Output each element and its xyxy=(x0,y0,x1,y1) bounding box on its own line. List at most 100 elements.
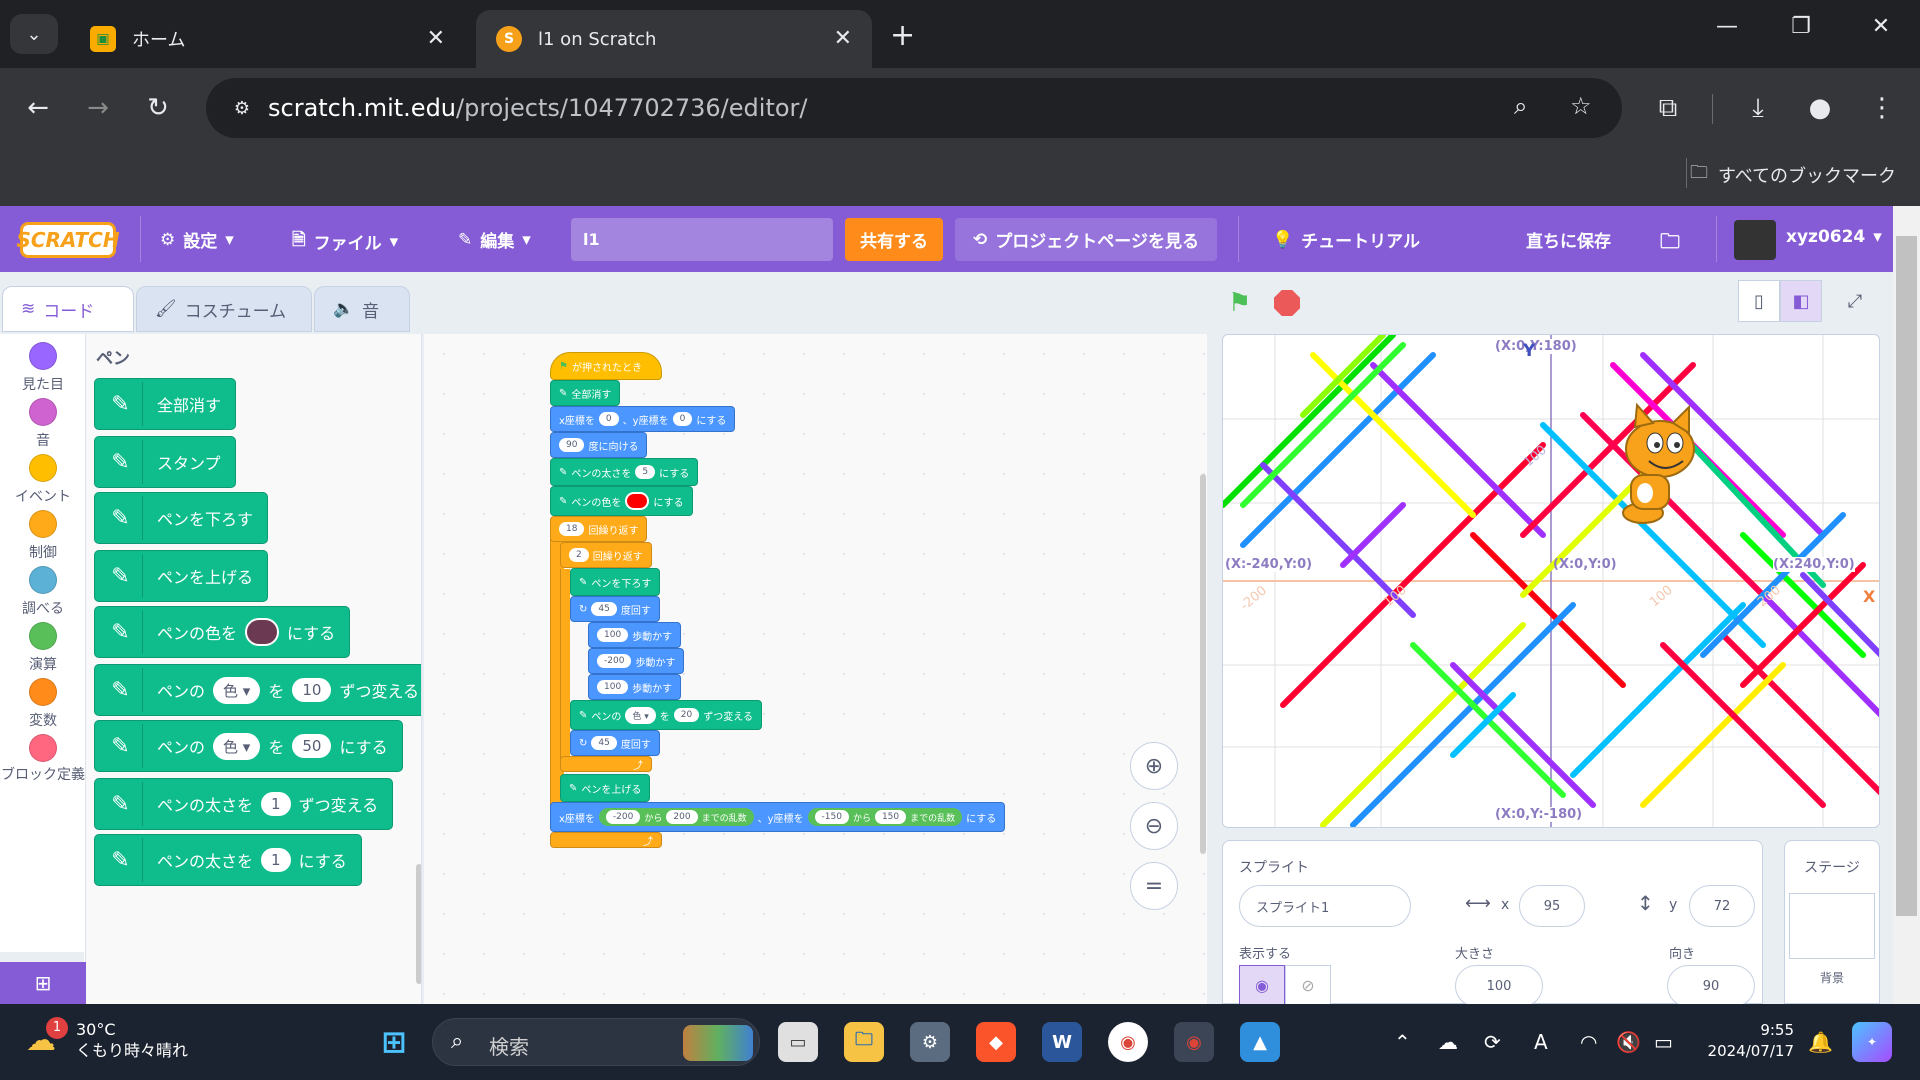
category-control[interactable]: 制御 xyxy=(0,510,86,562)
clock[interactable]: 9:55 2024/07/17 xyxy=(1702,1020,1794,1062)
zoom-icon[interactable]: ⌕ xyxy=(1514,92,1527,120)
erase-all-block[interactable]: ✎ 全部消す xyxy=(550,380,621,406)
move-steps-block[interactable]: 100 歩動かす xyxy=(588,674,682,700)
see-project-page-button[interactable]: ⟲ プロジェクトページを見る xyxy=(955,218,1217,261)
site-info-icon[interactable]: ⚙ xyxy=(226,92,258,124)
onedrive-icon[interactable]: ☁ xyxy=(1438,1030,1458,1054)
ime-icon[interactable]: A xyxy=(1534,1030,1548,1054)
category-operators[interactable]: 演算 xyxy=(0,622,86,674)
green-flag-button[interactable]: ⚑ xyxy=(1228,288,1251,318)
url-text[interactable]: scratch.mit.edu/projects/1047702736/edit… xyxy=(268,94,807,122)
color-picker[interactable] xyxy=(245,618,280,646)
degrees-input[interactable]: 45 xyxy=(591,736,617,750)
bookmark-star-icon[interactable]: ☆ xyxy=(1570,92,1592,120)
chrome-profile-icon[interactable]: ◉ xyxy=(1174,1022,1214,1062)
block-set-pen-size[interactable]: ✎ ペンの太さを 1 にする xyxy=(94,834,362,886)
battery-icon[interactable]: ▭ xyxy=(1654,1030,1673,1054)
category-variables[interactable]: 変数 xyxy=(0,678,86,730)
show-hidden-icons[interactable]: ⌃ xyxy=(1394,1030,1411,1054)
category-sensing[interactable]: 調べる xyxy=(0,566,86,618)
small-stage-button[interactable]: ▯ xyxy=(1738,280,1780,322)
value-input[interactable]: 50 xyxy=(292,734,332,758)
tutorials-button[interactable]: 💡 チュートリアル xyxy=(1272,227,1420,253)
new-tab-button[interactable]: + xyxy=(890,18,915,53)
brave-browser-icon[interactable]: ◆ xyxy=(976,1022,1016,1062)
minimize-button[interactable]: — xyxy=(1702,14,1752,39)
param-dropdown[interactable]: 色 ▾ xyxy=(625,706,656,724)
block-set-pen-color[interactable]: ✎ ペンの色を にする xyxy=(94,606,351,658)
size-input[interactable]: 100 xyxy=(1455,965,1543,1007)
copilot-icon[interactable]: ✦ xyxy=(1852,1022,1892,1062)
task-view-icon[interactable]: ▭ xyxy=(778,1022,818,1062)
category-my-blocks[interactable]: ブロック定義 xyxy=(0,734,86,784)
goto-random-xy-block[interactable]: x座標を -200 から 200 までの乱数 、y座標を -150 から 150 までの乱数 にする xyxy=(550,802,1006,832)
all-bookmarks-button[interactable]: 🗀 すべてのブックマーク xyxy=(1690,160,1896,190)
fullscreen-button[interactable]: ⤢ xyxy=(1834,280,1876,322)
restore-button[interactable]: ❐ xyxy=(1776,14,1826,39)
move-steps-block[interactable]: 100 歩動かす xyxy=(588,622,682,648)
tab-costumes[interactable]: 🖌 コスチューム xyxy=(136,286,312,332)
x-input[interactable]: 95 xyxy=(1519,885,1585,927)
avatar[interactable] xyxy=(1734,220,1776,260)
pen-up-block[interactable]: ✎ ペンを上げる xyxy=(560,774,651,802)
close-window-button[interactable]: ✕ xyxy=(1856,14,1906,39)
category-sound[interactable]: 音 xyxy=(0,398,86,450)
reload-button[interactable]: ↻ xyxy=(136,86,180,130)
windows-start-icon[interactable]: ⊞ xyxy=(374,1022,414,1062)
large-stage-button[interactable]: ◧ xyxy=(1780,280,1822,322)
profile-icon[interactable]: ● xyxy=(1798,86,1842,130)
project-title-input[interactable]: l1 xyxy=(571,218,833,261)
download-icon[interactable]: ⤓ xyxy=(1736,86,1780,130)
steps-input[interactable]: 100 xyxy=(597,680,629,694)
scratch-logo[interactable]: SCRATCH xyxy=(16,222,120,258)
set-pen-size-block[interactable]: ✎ ペンの太さを 5 にする xyxy=(550,458,699,486)
value-input[interactable]: 10 xyxy=(292,678,332,702)
param-dropdown[interactable]: 色 ▾ xyxy=(213,732,261,760)
page-scrollbar-thumb[interactable] xyxy=(1896,236,1917,916)
add-extension-button[interactable]: ⊞ xyxy=(0,962,86,1004)
turn-right-block[interactable]: ↻ 45 度回す xyxy=(570,730,660,756)
wifi-icon[interactable]: ◠ xyxy=(1580,1030,1597,1054)
address-bar[interactable]: ⚙ scratch.mit.edu/projects/1047702736/ed… xyxy=(206,78,1622,138)
move-steps-block[interactable]: -200 歩動かす xyxy=(588,648,685,674)
random-operator[interactable]: -200 から 200 までの乱数 xyxy=(598,808,754,826)
value-input[interactable]: 1 xyxy=(261,792,291,816)
show-sprite-button[interactable]: ◉ xyxy=(1239,965,1285,1005)
size-input[interactable]: 5 xyxy=(635,465,656,479)
turn-right-block[interactable]: ↻ 45 度回す xyxy=(570,596,660,622)
notification-bell-icon[interactable]: 🔔 xyxy=(1808,1030,1833,1054)
category-events[interactable]: イベント xyxy=(0,454,86,506)
repeat-count-input[interactable]: 18 xyxy=(559,522,585,536)
block-stamp[interactable]: ✎ スタンプ xyxy=(94,436,236,488)
tab-search-button[interactable]: ⌄ xyxy=(10,14,58,54)
repeat-inner-block[interactable]: 2 回繰り返す xyxy=(560,542,652,568)
weather-widget[interactable]: ☁ 1 30°C くもり時々晴れ xyxy=(26,1016,188,1062)
hide-sprite-button[interactable]: ⊘ xyxy=(1285,965,1331,1005)
value-input[interactable]: 20 xyxy=(673,708,700,722)
tab-sounds[interactable]: 🔈 音 xyxy=(314,286,410,332)
workspace-scrollbar[interactable] xyxy=(1200,474,1206,854)
repeat-outer-block[interactable]: 18 回繰り返す xyxy=(550,516,648,542)
category-looks[interactable]: 見た目 xyxy=(0,342,86,394)
block-pen-down[interactable]: ✎ ペンを下ろす xyxy=(94,492,269,544)
steps-input[interactable]: -200 xyxy=(597,654,632,668)
block-erase-all[interactable]: ✎ 全部消す xyxy=(94,378,237,430)
account-menu[interactable]: xyz0624 ▾ xyxy=(1786,227,1882,247)
stage-selector[interactable]: ステージ 背景 xyxy=(1784,840,1880,1004)
point-direction-block[interactable]: 90 度に向ける xyxy=(550,432,648,458)
word-icon[interactable]: W xyxy=(1042,1022,1082,1062)
forward-button[interactable]: → xyxy=(76,86,120,130)
sync-icon[interactable]: ⟳ xyxy=(1484,1030,1501,1054)
when-flag-clicked-block[interactable]: ⚑ が押されたとき xyxy=(550,352,662,380)
settings-icon[interactable]: ⚙ xyxy=(910,1022,950,1062)
block-pen-up[interactable]: ✎ ペンを上げる xyxy=(94,550,269,602)
y-input[interactable]: 0 xyxy=(672,412,693,426)
param-dropdown[interactable]: 色 ▾ xyxy=(213,676,261,704)
steps-input[interactable]: 100 xyxy=(597,628,629,642)
photos-icon[interactable]: ▲ xyxy=(1240,1022,1280,1062)
volume-muted-icon[interactable]: 🔇 xyxy=(1616,1030,1641,1054)
block-change-pen-param[interactable]: ✎ ペンの色 ▾ を 10 ずつ変える xyxy=(94,664,421,716)
close-tab-icon[interactable]: ✕ xyxy=(834,26,852,51)
save-now-button[interactable]: 直ちに保存 xyxy=(1526,227,1611,252)
stage-canvas[interactable]: (X:0,Y:180) (X:0,Y:-180) (X:-240,Y:0) (X… xyxy=(1222,334,1880,828)
